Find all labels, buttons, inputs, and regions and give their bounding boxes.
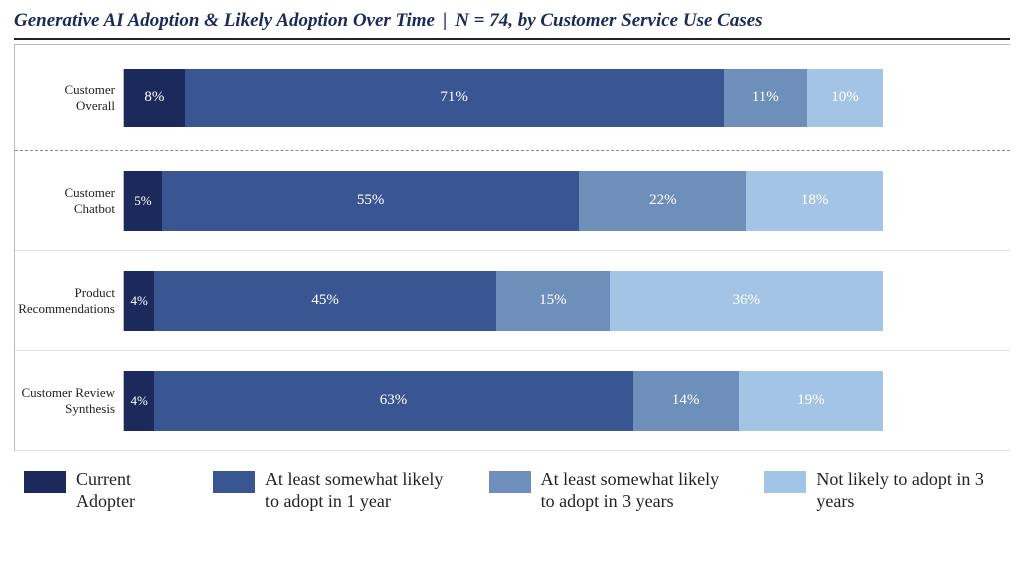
row-label: ProductRecommendations [15, 285, 123, 316]
title-main: Generative AI Adoption & Likely Adoption… [14, 10, 435, 31]
legend-item: Current Adopter [24, 469, 183, 512]
bar-segment: 55% [162, 171, 579, 231]
bar-track: 5%55%22%18% [123, 171, 883, 231]
legend-item: At least somewhat likely to adopt in 1 y… [213, 469, 459, 512]
legend-label: Current Adopter [76, 469, 183, 512]
legend-label: At least somewhat likely to adopt in 1 y… [265, 469, 459, 512]
bar-segment: 15% [496, 271, 610, 331]
legend-swatch [764, 471, 806, 493]
row-label: Customer ReviewSynthesis [15, 385, 123, 416]
legend-swatch [489, 471, 531, 493]
title-sub: N = 74, by Customer Service Use Cases [455, 10, 762, 31]
row-label: CustomerOverall [15, 82, 123, 113]
bar-segment: 18% [746, 171, 883, 231]
bar-segment: 4% [124, 271, 154, 331]
legend-item: Not likely to adopt in 3 years [764, 469, 1010, 512]
bar-track: 4%45%15%36% [123, 271, 883, 331]
bar-segment: 5% [124, 171, 162, 231]
legend-swatch [213, 471, 255, 493]
row-label: CustomerChatbot [15, 185, 123, 216]
bar-segment: 11% [724, 69, 807, 127]
bar-segment: 36% [610, 271, 883, 331]
bar-row: ProductRecommendations4%45%15%36% [15, 251, 1010, 351]
bar-track: 4%63%14%19% [123, 371, 883, 431]
bar-track: 8%71%11%10% [123, 69, 883, 127]
chart-title: Generative AI Adoption & Likely Adoption… [14, 10, 1010, 40]
stacked-bar-chart: CustomerOverall8%71%11%10%CustomerChatbo… [14, 44, 1010, 451]
bar-row: Customer ReviewSynthesis4%63%14%19% [15, 351, 1010, 451]
bar-segment: 22% [579, 171, 746, 231]
bar-segment: 14% [633, 371, 739, 431]
legend-swatch [24, 471, 66, 493]
legend-item: At least somewhat likely to adopt in 3 y… [489, 469, 735, 512]
bar-row: CustomerChatbot5%55%22%18% [15, 151, 1010, 251]
bar-segment: 4% [124, 371, 154, 431]
title-separator: | [443, 10, 447, 31]
bar-segment: 8% [124, 69, 185, 127]
bar-segment: 71% [185, 69, 724, 127]
legend-label: At least somewhat likely to adopt in 3 y… [541, 469, 735, 512]
bar-segment: 19% [739, 371, 883, 431]
bar-row: CustomerOverall8%71%11%10% [15, 45, 1010, 151]
bar-segment: 10% [807, 69, 883, 127]
legend-label: Not likely to adopt in 3 years [816, 469, 1010, 512]
legend: Current Adopter At least somewhat likely … [14, 469, 1010, 512]
bar-segment: 63% [154, 371, 632, 431]
bar-segment: 45% [154, 271, 496, 331]
